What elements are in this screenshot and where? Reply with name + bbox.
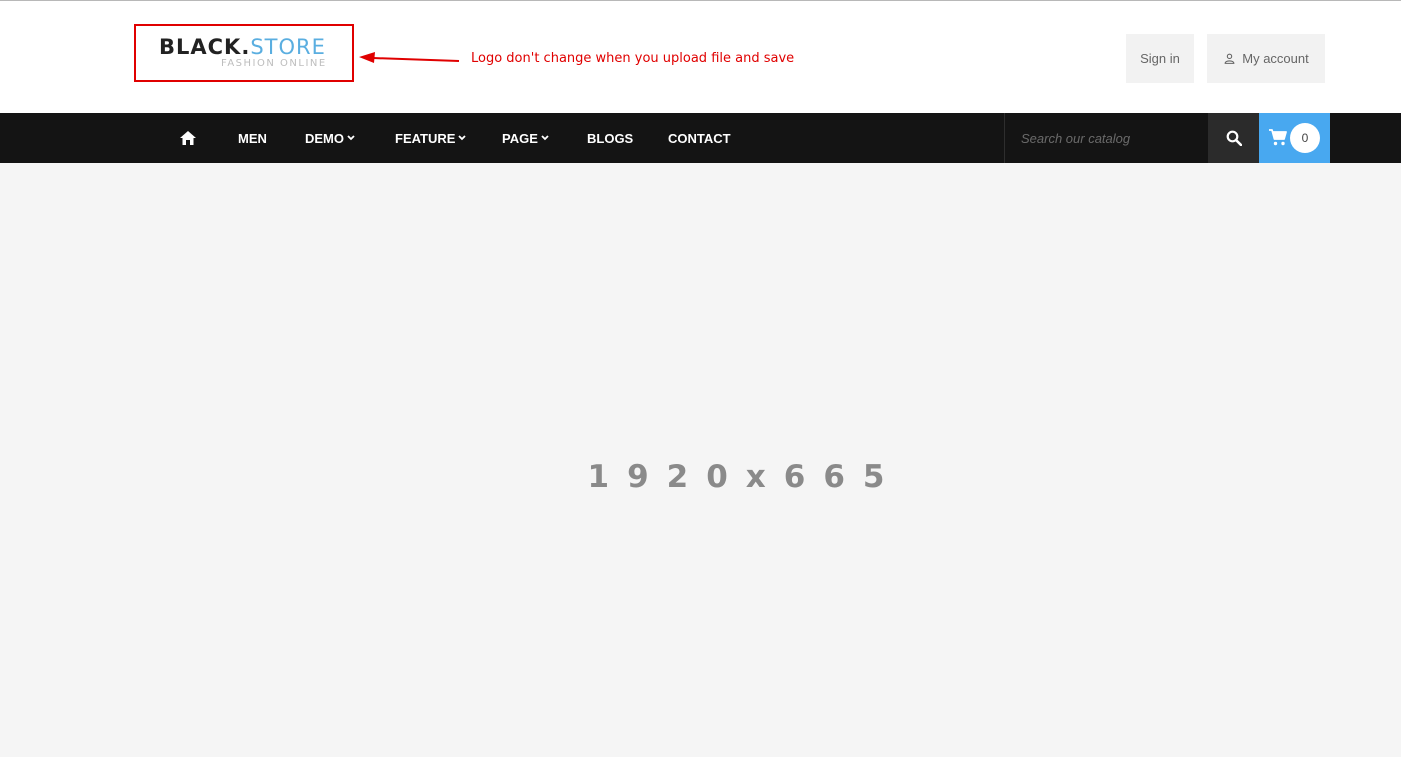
search-button[interactable]	[1208, 113, 1259, 163]
my-account-button[interactable]: My account	[1207, 34, 1325, 83]
user-icon	[1224, 53, 1235, 64]
nav-item-contact[interactable]: CONTACT	[668, 113, 731, 163]
nav-item-label: PAGE	[502, 130, 538, 146]
nav-item-label: FEATURE	[395, 130, 456, 146]
banner-placeholder-text: 1920x665	[587, 459, 903, 495]
nav-item-label: CONTACT	[668, 130, 731, 146]
sign-in-button[interactable]: Sign in	[1126, 34, 1194, 83]
shopping-cart-icon	[1269, 129, 1287, 146]
logo-highlight-box[interactable]: BLACK.STORE FASHION ONLINE	[134, 24, 354, 82]
sign-in-label: Sign in	[1140, 51, 1180, 66]
main-navbar: MEN DEMO FEATURE PAGE BLOGS CONTACT Sear…	[0, 113, 1401, 163]
hero-banner-placeholder[interactable]: 1920x665	[0, 163, 1401, 757]
nav-item-label: MEN	[238, 130, 267, 146]
search-icon	[1226, 130, 1242, 146]
cart-button[interactable]: 0	[1259, 113, 1330, 163]
nav-item-label: DEMO	[305, 130, 344, 146]
logo-brand-light: STORE	[250, 35, 326, 59]
site-logo[interactable]: BLACK.STORE	[159, 35, 326, 59]
site-header: BLACK.STORE FASHION ONLINE Logo don't ch…	[0, 4, 1401, 113]
cart-count-badge: 0	[1290, 123, 1320, 153]
my-account-label: My account	[1242, 51, 1309, 66]
home-icon	[180, 131, 196, 145]
annotation-text: Logo don't change when you upload file a…	[471, 51, 795, 66]
logo-tagline: FASHION ONLINE	[221, 58, 327, 69]
chevron-down-icon	[458, 135, 467, 141]
nav-item-page[interactable]: PAGE	[502, 113, 549, 163]
search-input[interactable]	[1005, 113, 1209, 163]
nav-home[interactable]	[180, 113, 196, 163]
search-box	[1004, 113, 1209, 163]
logo-brand-bold: BLACK.	[159, 35, 251, 59]
nav-item-feature[interactable]: FEATURE	[395, 113, 467, 163]
chevron-down-icon	[347, 135, 355, 141]
nav-item-blogs[interactable]: BLOGS	[587, 113, 633, 163]
nav-item-men[interactable]: MEN	[238, 113, 267, 163]
nav-item-label: BLOGS	[587, 130, 634, 146]
annotation-arrow	[359, 52, 460, 63]
nav-item-demo[interactable]: DEMO	[305, 113, 355, 163]
chevron-down-icon	[541, 135, 549, 141]
